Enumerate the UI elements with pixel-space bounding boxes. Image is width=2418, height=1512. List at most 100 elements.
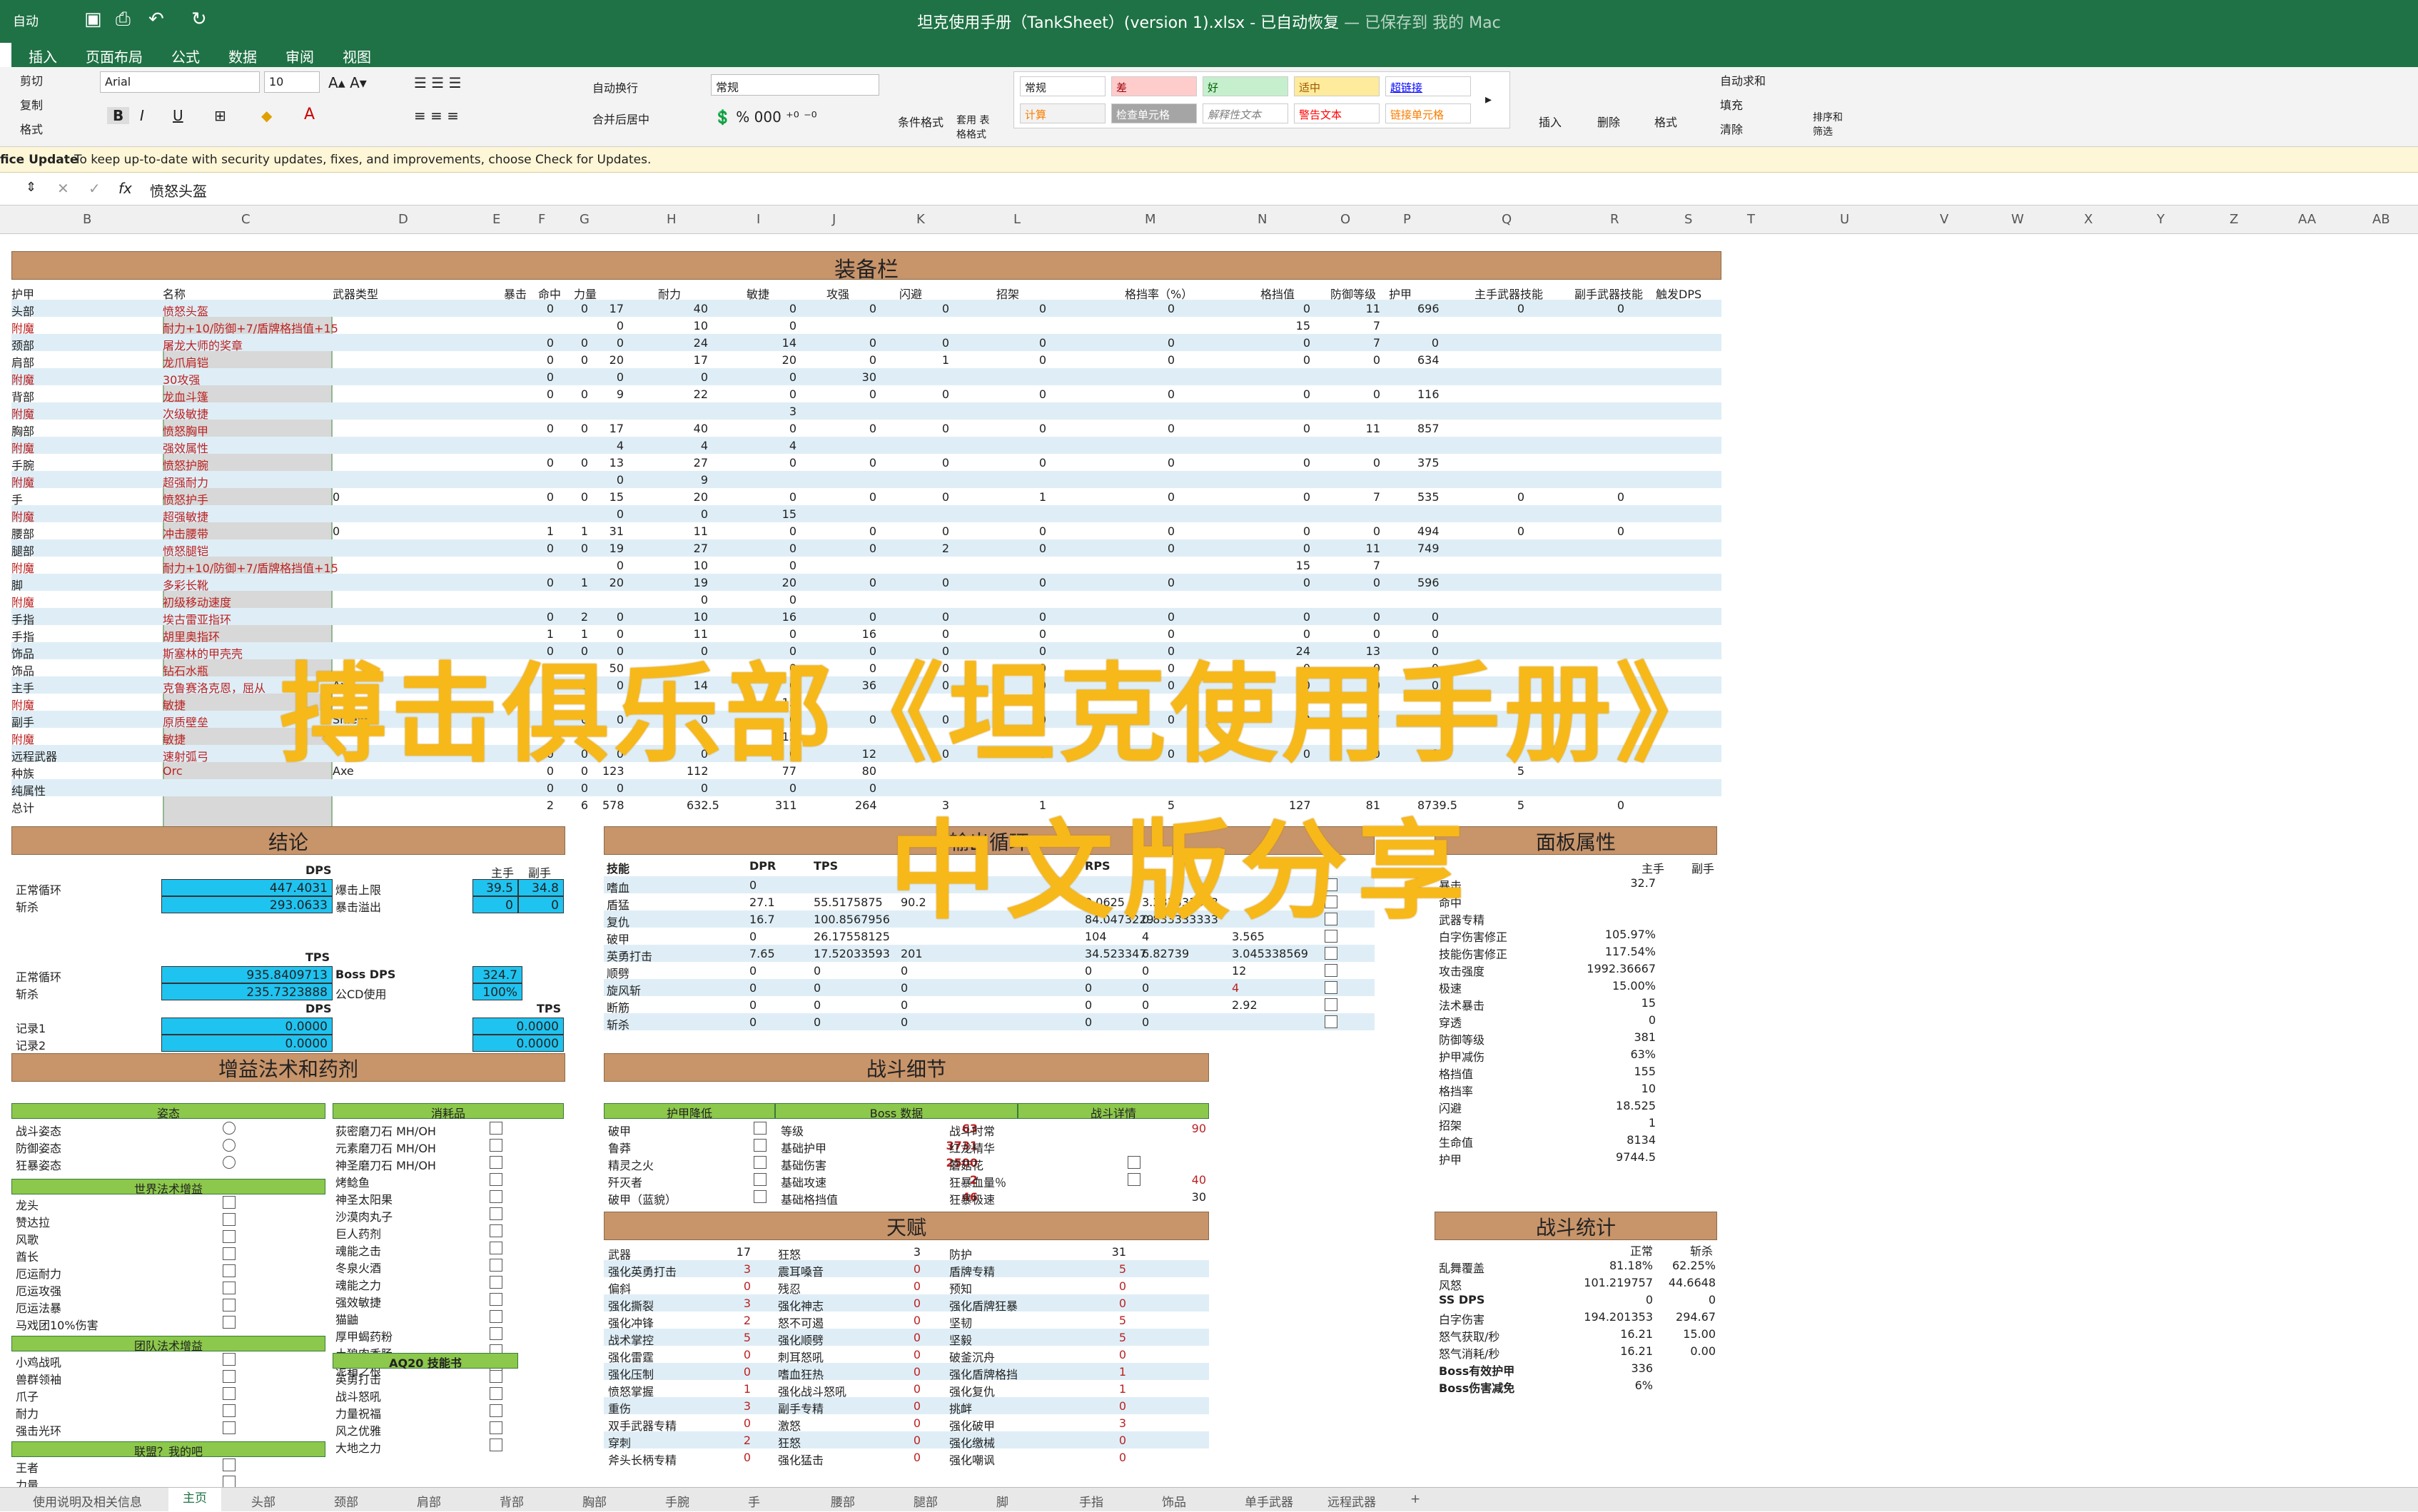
- equip-cell[interactable]: 0: [1289, 524, 1310, 538]
- team-buff-checkbox[interactable]: [223, 1370, 236, 1383]
- talent-points[interactable]: 2: [729, 1434, 751, 1447]
- talent-points[interactable]: 0: [1105, 1434, 1126, 1447]
- equip-cell[interactable]: 0: [567, 336, 588, 350]
- enter-icon[interactable]: ✓: [88, 180, 101, 197]
- sheet-tab[interactable]: 颈部: [334, 1492, 358, 1510]
- rotation-cell[interactable]: 0: [1142, 998, 1149, 1012]
- cut-button[interactable]: 剪切: [20, 71, 43, 88]
- talent-points[interactable]: 0: [1105, 1279, 1126, 1293]
- rotation-cell[interactable]: 0: [1142, 1015, 1149, 1029]
- col-header[interactable]: X: [2084, 212, 2093, 227]
- equip-cell[interactable]: 634: [1417, 353, 1440, 367]
- equip-cell[interactable]: 0: [928, 302, 949, 315]
- equip-cell[interactable]: 0: [1359, 576, 1380, 589]
- consumable-checkbox[interactable]: [490, 1293, 502, 1306]
- equip-cell[interactable]: 749: [1417, 542, 1440, 555]
- sheet-tab[interactable]: 背部: [500, 1492, 524, 1510]
- equip-cell[interactable]: 27: [687, 456, 708, 470]
- sheet-tab[interactable]: 腿部: [914, 1492, 938, 1510]
- sheet-tab[interactable]: +: [1410, 1492, 1420, 1506]
- equip-cell[interactable]: 0: [775, 387, 796, 401]
- fill-color-icon[interactable]: ◆: [261, 107, 272, 124]
- sheet-tab[interactable]: 腰部: [831, 1492, 855, 1510]
- tps-normal-cell[interactable]: 935.8409713: [161, 966, 333, 983]
- rotation-checkbox[interactable]: [1325, 1015, 1337, 1028]
- fill-button[interactable]: 填充: [1720, 96, 1743, 113]
- font-size-select[interactable]: 10: [264, 71, 320, 93]
- equip-cell[interactable]: 20: [775, 353, 796, 367]
- stats-value[interactable]: 194.201353: [1567, 1310, 1653, 1324]
- col-header[interactable]: H: [667, 212, 677, 227]
- equip-cell[interactable]: 0: [1153, 422, 1175, 435]
- equip-cell[interactable]: 0: [855, 576, 876, 589]
- equip-cell[interactable]: 0: [1025, 302, 1046, 315]
- equip-cell[interactable]: 0: [855, 387, 876, 401]
- sheet-tab[interactable]: 胸部: [582, 1492, 607, 1510]
- equip-cell[interactable]: 20: [775, 576, 796, 589]
- talent-points[interactable]: 1: [1105, 1365, 1126, 1379]
- equip-cell[interactable]: 0: [567, 781, 588, 795]
- rotation-cell[interactable]: 100.8567956: [814, 913, 890, 926]
- equip-cell[interactable]: 1: [567, 576, 588, 589]
- panel-value[interactable]: 15.00%: [1570, 979, 1656, 993]
- equip-cell[interactable]: 17: [602, 302, 624, 315]
- talent-points[interactable]: 0: [1105, 1399, 1126, 1413]
- talent-points[interactable]: 0: [1105, 1348, 1126, 1361]
- equip-cell[interactable]: 311: [775, 798, 797, 812]
- equip-cell[interactable]: 0: [602, 319, 624, 333]
- equip-cell[interactable]: 15: [775, 507, 796, 521]
- panel-value[interactable]: 18.525: [1570, 1099, 1656, 1112]
- equip-name-cell[interactable]: Orc: [163, 764, 183, 778]
- rotation-cell[interactable]: 17.52033593: [814, 947, 890, 960]
- equip-cell[interactable]: 3: [775, 405, 796, 418]
- format-painter-button[interactable]: 格式: [20, 120, 43, 137]
- armor-checkbox[interactable]: [754, 1139, 767, 1152]
- equip-cell[interactable]: 0: [775, 319, 796, 333]
- equip-cell[interactable]: 13: [602, 456, 624, 470]
- equip-cell[interactable]: 0: [1025, 576, 1046, 589]
- rotation-cell[interactable]: 0: [901, 981, 908, 995]
- rec2-tps-cell[interactable]: 0.0000: [472, 1035, 564, 1052]
- team-buff-checkbox[interactable]: [223, 1387, 236, 1400]
- equip-cell[interactable]: 0: [1153, 490, 1175, 504]
- copy-button[interactable]: 复制: [20, 96, 43, 113]
- stats-value[interactable]: 294.67: [1656, 1310, 1716, 1324]
- menu-insert[interactable]: 插入: [23, 44, 63, 68]
- talent-points[interactable]: 0: [729, 1348, 751, 1361]
- equip-cell[interactable]: 0: [1417, 610, 1439, 624]
- font-grow-icon[interactable]: A▴ A▾: [328, 74, 367, 91]
- equip-cell[interactable]: 0: [1289, 576, 1310, 589]
- equip-cell[interactable]: 0: [928, 524, 949, 538]
- equip-cell[interactable]: 696: [1417, 302, 1440, 315]
- panel-value[interactable]: 381: [1570, 1030, 1656, 1044]
- equip-cell[interactable]: 4: [687, 439, 708, 452]
- armor-checkbox[interactable]: [754, 1156, 767, 1169]
- equip-cell[interactable]: 17: [602, 422, 624, 435]
- stats-value[interactable]: 336: [1567, 1361, 1653, 1375]
- talent-points[interactable]: 0: [729, 1451, 751, 1464]
- menu-view[interactable]: 视图: [337, 44, 377, 68]
- equip-cell[interactable]: 2: [928, 542, 949, 555]
- format-as-table-button[interactable]: 套用 表格格式: [956, 113, 999, 141]
- col-header[interactable]: F: [538, 212, 545, 227]
- equip-cell[interactable]: 0: [687, 593, 708, 607]
- world-buff-checkbox[interactable]: [223, 1264, 236, 1277]
- format-cells-button[interactable]: 格式: [1654, 113, 1677, 130]
- equip-cell[interactable]: 0: [1153, 336, 1175, 350]
- equip-cell[interactable]: 0: [1603, 524, 1624, 538]
- equip-cell[interactable]: 0: [532, 370, 554, 384]
- rotation-cell[interactable]: 0: [814, 981, 821, 995]
- col-header[interactable]: M: [1145, 212, 1156, 227]
- equip-cell[interactable]: 0: [1359, 456, 1380, 470]
- style-normal[interactable]: 常规: [1020, 76, 1106, 96]
- consumable-checkbox[interactable]: [490, 1259, 502, 1272]
- delete-cells-button[interactable]: 删除: [1597, 113, 1620, 130]
- worksheet[interactable]: 装备栏 护甲 名称 武器类型 暴击 命中 力量 耐力 敏捷 攻强 闪避 招架 格挡率（%） 格挡值 防御等…: [0, 234, 2418, 1487]
- equip-cell[interactable]: 0: [775, 542, 796, 555]
- panel-value[interactable]: 155: [1570, 1065, 1656, 1078]
- equip-cell[interactable]: 0: [333, 490, 340, 504]
- col-header[interactable]: Z: [2230, 212, 2238, 227]
- equip-cell[interactable]: 116: [1417, 387, 1440, 401]
- consumable-checkbox[interactable]: [490, 1310, 502, 1323]
- col-header[interactable]: J: [832, 212, 836, 227]
